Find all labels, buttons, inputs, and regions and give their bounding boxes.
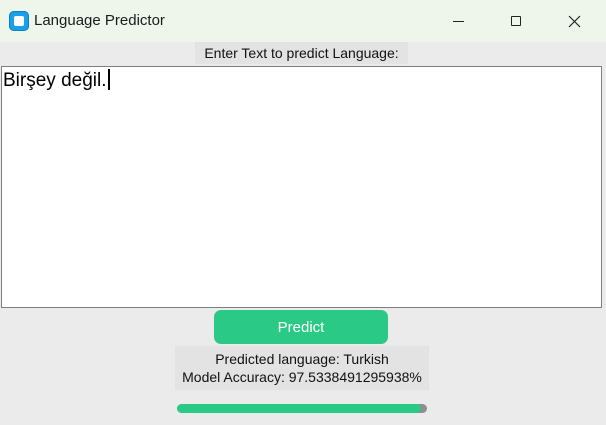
app-icon — [9, 11, 29, 31]
results-panel: Predicted language: Turkish Model Accura… — [175, 346, 429, 390]
input-label: Enter Text to predict Language: — [195, 42, 408, 64]
minimize-button[interactable] — [429, 0, 487, 42]
close-icon — [568, 15, 580, 27]
minimize-icon — [452, 20, 464, 22]
accuracy-progress-fill — [177, 404, 421, 413]
title-bar: Language Predictor — [0, 0, 606, 42]
predict-button-label: Predict — [277, 318, 325, 336]
text-input-value: Birşey değil. — [3, 70, 107, 91]
window-title: Language Predictor — [34, 12, 165, 29]
text-caret — [107, 69, 110, 90]
model-accuracy-text: Model Accuracy: 97.5338491295938% — [182, 369, 422, 385]
predicted-language-text: Predicted language: Turkish — [215, 351, 389, 367]
maximize-icon — [511, 16, 521, 26]
maximize-button[interactable] — [487, 0, 545, 42]
text-input[interactable]: Birşey değil. — [1, 66, 602, 308]
accuracy-progress-bar — [177, 404, 427, 413]
predict-button[interactable]: Predict — [214, 310, 388, 344]
close-button[interactable] — [545, 0, 603, 42]
